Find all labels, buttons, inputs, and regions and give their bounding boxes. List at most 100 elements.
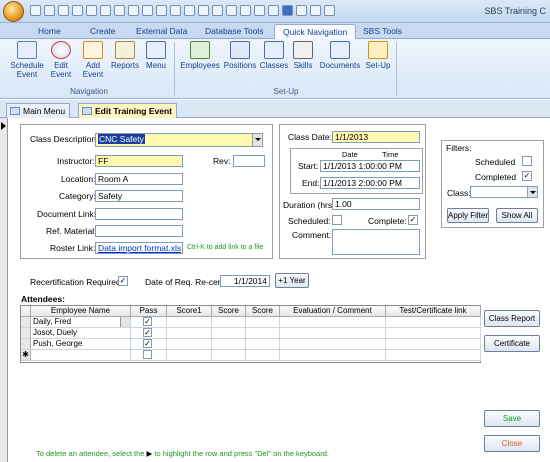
tab-sbs-tools[interactable]: SBS Tools: [355, 24, 410, 39]
record-selector[interactable]: [0, 118, 8, 462]
tab-database-tools[interactable]: Database Tools: [197, 24, 271, 39]
customize-quick-icon[interactable]: [324, 5, 335, 16]
pass-checkbox[interactable]: ✓: [143, 339, 152, 348]
pass-cell[interactable]: ✓: [131, 339, 167, 350]
tab-main-menu[interactable]: Main Menu: [6, 103, 71, 118]
evaluation-cell[interactable]: [280, 317, 386, 328]
pass-cell[interactable]: ✓: [131, 328, 167, 339]
find-quick-icon[interactable]: [128, 5, 139, 16]
show-all-button[interactable]: Show All: [496, 208, 538, 223]
req-recert-field[interactable]: 1/1/2014: [220, 275, 270, 287]
col-score3[interactable]: Score: [246, 306, 280, 317]
table-quick-icon[interactable]: [142, 5, 153, 16]
col-employee-name[interactable]: Employee Name: [31, 306, 131, 317]
tab-home[interactable]: Home: [30, 24, 69, 39]
certificate-button[interactable]: Certificate: [484, 335, 540, 352]
report-quick-icon[interactable]: [170, 5, 181, 16]
score-cell[interactable]: [167, 317, 212, 328]
score-cell[interactable]: [246, 339, 280, 350]
scheduled-checkbox[interactable]: [332, 215, 342, 225]
class-report-button[interactable]: Class Report: [484, 310, 540, 327]
new-row-selector[interactable]: ✱: [21, 350, 31, 361]
chart-quick-icon[interactable]: [114, 5, 125, 16]
start-field[interactable]: 1/1/2013 1:00:00 PM: [320, 160, 420, 172]
test-link-cell[interactable]: [386, 350, 481, 361]
instructor-field[interactable]: FF: [95, 155, 183, 167]
complete-checkbox[interactable]: ✓: [408, 215, 418, 225]
menu-button[interactable]: Menu: [142, 41, 170, 70]
tab-edit-training-event[interactable]: Edit Training Event: [78, 103, 177, 118]
score-cell[interactable]: [212, 317, 246, 328]
pass-cell[interactable]: ✓: [131, 317, 167, 328]
query-quick-icon[interactable]: [184, 5, 195, 16]
class-description-combo[interactable]: CNC Safety: [95, 133, 263, 147]
close-button[interactable]: Close: [484, 435, 540, 452]
tab-create[interactable]: Create: [82, 24, 124, 39]
filter-completed-checkbox[interactable]: ✓: [522, 171, 532, 181]
employee-name-cell[interactable]: Josot, Duely: [31, 328, 131, 339]
score-cell[interactable]: [167, 339, 212, 350]
location-field[interactable]: Room A: [95, 173, 183, 185]
evaluation-cell[interactable]: [280, 328, 386, 339]
col-pass[interactable]: Pass: [131, 306, 167, 317]
form-quick-icon[interactable]: [156, 5, 167, 16]
duration-field[interactable]: 1.00: [332, 198, 420, 210]
tab-quick-navigation[interactable]: Quick Navigation: [274, 24, 357, 39]
reports-button[interactable]: Reports: [109, 41, 141, 70]
employee-name-cell[interactable]: Daily, Fred: [31, 317, 131, 328]
check-quick-icon[interactable]: [100, 5, 111, 16]
positions-button[interactable]: Positions: [222, 41, 258, 70]
comment-field[interactable]: [332, 229, 420, 255]
score-cell[interactable]: [212, 328, 246, 339]
refresh-quick-icon[interactable]: [268, 5, 279, 16]
score-cell[interactable]: [246, 317, 280, 328]
recert-required-checkbox[interactable]: ✓: [118, 276, 128, 286]
evaluation-cell[interactable]: [280, 350, 386, 361]
office-button[interactable]: [3, 1, 24, 22]
pass-checkbox[interactable]: ✓: [143, 317, 152, 326]
chevron-down-icon[interactable]: [120, 317, 130, 327]
roster-link-field[interactable]: Data import format.xls: [95, 242, 183, 254]
pass-checkbox[interactable]: [143, 350, 152, 359]
end-field[interactable]: 1/1/2013 2:00:00 PM: [320, 177, 420, 189]
setup-button[interactable]: Set-Up: [364, 41, 392, 70]
classes-button[interactable]: Classes: [259, 41, 289, 70]
filter-quick-icon[interactable]: [72, 5, 83, 16]
schedule-event-button[interactable]: Schedule Event: [8, 41, 46, 79]
evaluation-cell[interactable]: [280, 339, 386, 350]
col-score2[interactable]: Score: [212, 306, 246, 317]
class-date-field[interactable]: 1/1/2013: [332, 131, 420, 143]
design-quick-icon[interactable]: [226, 5, 237, 16]
score-cell[interactable]: [246, 328, 280, 339]
col-test-link[interactable]: Test/Certificate link: [386, 306, 481, 317]
test-link-cell[interactable]: [386, 339, 481, 350]
row-selector[interactable]: [21, 317, 31, 328]
macro-quick-icon[interactable]: [198, 5, 209, 16]
edit-event-button[interactable]: Edit Event: [48, 41, 74, 79]
row-selector[interactable]: [21, 339, 31, 350]
rev-field[interactable]: [233, 155, 265, 167]
apply-filter-button[interactable]: Apply Filter: [447, 208, 489, 223]
filter-scheduled-checkbox[interactable]: [522, 156, 532, 166]
plus-one-year-button[interactable]: +1 Year: [275, 273, 309, 288]
document-link-field[interactable]: [95, 208, 183, 220]
pass-cell[interactable]: [131, 350, 167, 361]
employee-name-cell[interactable]: Push, George: [31, 339, 131, 350]
score-cell[interactable]: [212, 350, 246, 361]
category-field[interactable]: Safety: [95, 190, 183, 202]
score-cell[interactable]: [246, 350, 280, 361]
col-evaluation[interactable]: Evaluation / Comment: [280, 306, 386, 317]
pass-checkbox[interactable]: ✓: [143, 328, 152, 337]
filter-class-combo[interactable]: [470, 186, 538, 198]
mail-quick-icon[interactable]: [296, 5, 307, 16]
add-event-button[interactable]: Add Event: [78, 41, 108, 79]
test-link-cell[interactable]: [386, 317, 481, 328]
save-button[interactable]: Save: [484, 410, 540, 427]
undo-quick-icon[interactable]: [44, 5, 55, 16]
view-quick-icon[interactable]: [282, 5, 293, 16]
relationships-quick-icon[interactable]: [254, 5, 265, 16]
score-cell[interactable]: [167, 350, 212, 361]
chevron-down-icon[interactable]: [252, 134, 262, 146]
print-quick-icon[interactable]: [58, 5, 69, 16]
skills-button[interactable]: Skills: [291, 41, 315, 70]
